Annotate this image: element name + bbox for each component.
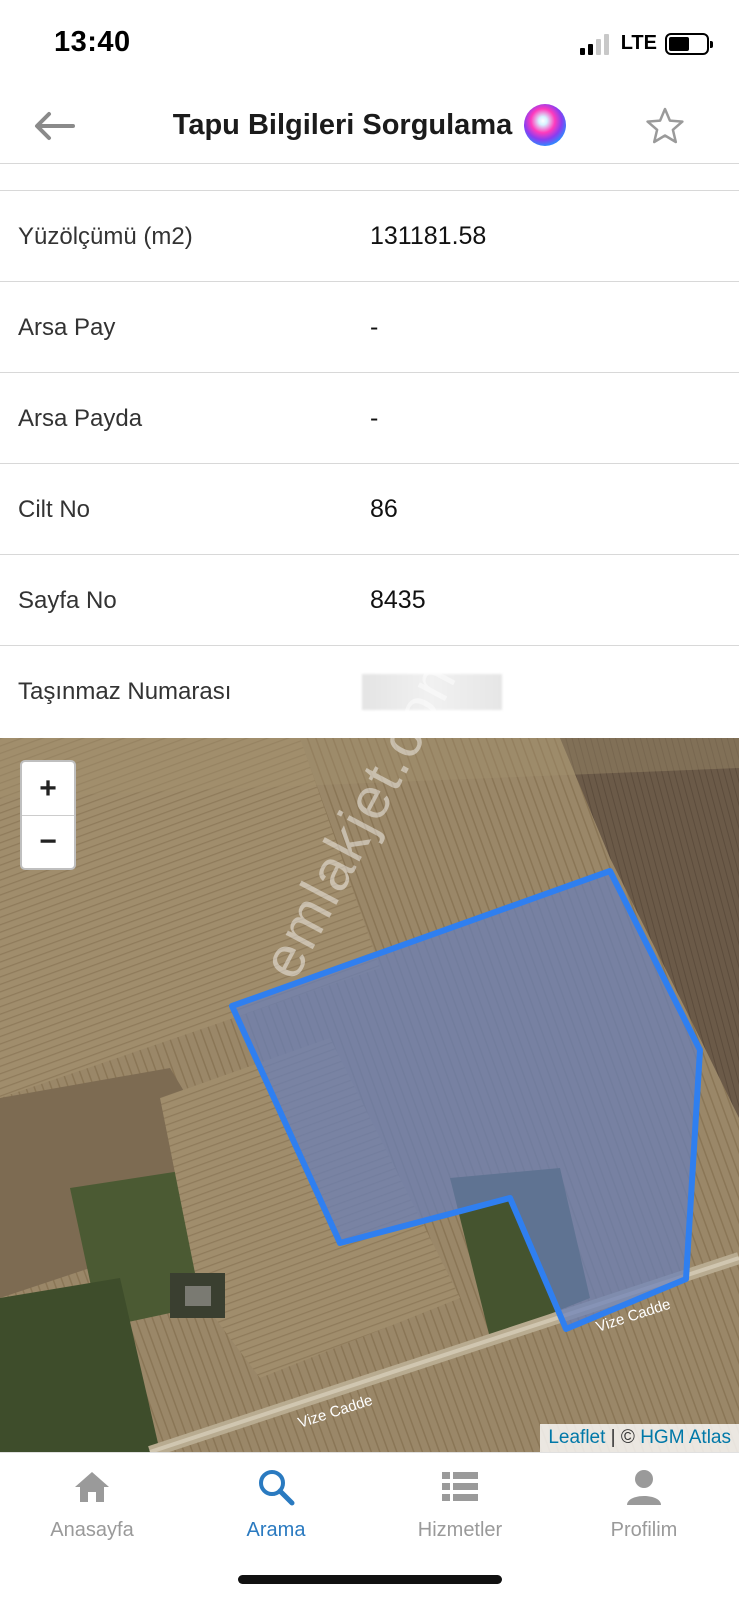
tab-profile[interactable]: Profilim: [552, 1467, 736, 1542]
info-label: Taşınmaz Numarası: [18, 678, 232, 705]
tab-label: Arama: [246, 1519, 306, 1541]
info-value: 8435: [370, 586, 426, 614]
info-label: Arsa Payda: [18, 405, 143, 432]
info-value: 86: [370, 495, 398, 523]
leaflet-link[interactable]: Leaflet: [548, 1427, 605, 1448]
title-wrap: Tapu Bilgileri Sorgulama: [0, 104, 739, 146]
map-attribution: Leaflet | © HGM Atlas: [540, 1424, 739, 1452]
info-row-area: Yüzölçümü (m2) 131181.58: [0, 191, 739, 282]
user-icon: [627, 1470, 661, 1505]
tab-label: Hizmetler: [417, 1519, 503, 1541]
status-time: 13:40: [54, 26, 131, 58]
star-outline-icon: [646, 107, 684, 144]
tab-search[interactable]: Arama: [184, 1467, 368, 1542]
info-row-page: Sayfa No 8435: [0, 555, 739, 646]
network-type: LTE: [620, 32, 657, 54]
page-title: Tapu Bilgileri Sorgulama: [172, 108, 513, 141]
battery-icon: [665, 32, 713, 55]
search-icon: [259, 1470, 295, 1506]
parcel-info-table: Yüzölçümü (m2) 131181.58 Arsa Pay - Arsa…: [0, 190, 739, 737]
info-row-property-number: Taşınmaz Numarası: [0, 646, 739, 737]
bottom-tab-bar: Anasayfa Arama Hizmetler Profilim: [0, 1452, 739, 1600]
info-label: Sayfa No: [18, 587, 117, 614]
zoom-in-button[interactable]: +: [22, 762, 74, 815]
info-value: -: [370, 313, 379, 341]
info-value: 131181.58: [370, 222, 487, 250]
tab-services[interactable]: Hizmetler: [368, 1467, 552, 1542]
status-bar: 13:40 LTE: [0, 0, 739, 88]
signal-icon: [579, 33, 609, 55]
zoom-out-button[interactable]: −: [22, 815, 74, 868]
info-row-share: Arsa Pay -: [0, 282, 739, 373]
info-label: Arsa Pay: [18, 314, 116, 341]
info-row-volume: Cilt No 86: [0, 464, 739, 555]
hgm-atlas-link[interactable]: HGM Atlas: [640, 1427, 731, 1448]
status-indicators: LTE: [579, 32, 713, 55]
tab-label: Profilim: [610, 1519, 678, 1541]
tab-label: Anasayfa: [50, 1519, 134, 1541]
favorite-button[interactable]: [641, 102, 689, 150]
info-label: Yüzölçümü (m2): [18, 223, 193, 250]
list-icon: [442, 1472, 478, 1501]
home-indicator: [238, 1575, 502, 1584]
siri-icon[interactable]: [524, 104, 567, 146]
zoom-control: + −: [20, 760, 76, 870]
app-header: Tapu Bilgileri Sorgulama: [0, 88, 739, 164]
info-value: -: [370, 404, 379, 432]
info-label: Cilt No: [18, 496, 91, 523]
satellite-imagery: Vize Cadde Vize Cadde: [0, 738, 739, 1452]
tab-home[interactable]: Anasayfa: [0, 1467, 184, 1542]
info-row-share-denominator: Arsa Payda -: [0, 373, 739, 464]
map-view[interactable]: Vize Cadde Vize Cadde + − Leaflet | © HG…: [0, 738, 739, 1452]
attribution-separator: | ©: [605, 1427, 641, 1448]
home-icon: [75, 1472, 109, 1502]
redacted-value: [362, 674, 502, 710]
